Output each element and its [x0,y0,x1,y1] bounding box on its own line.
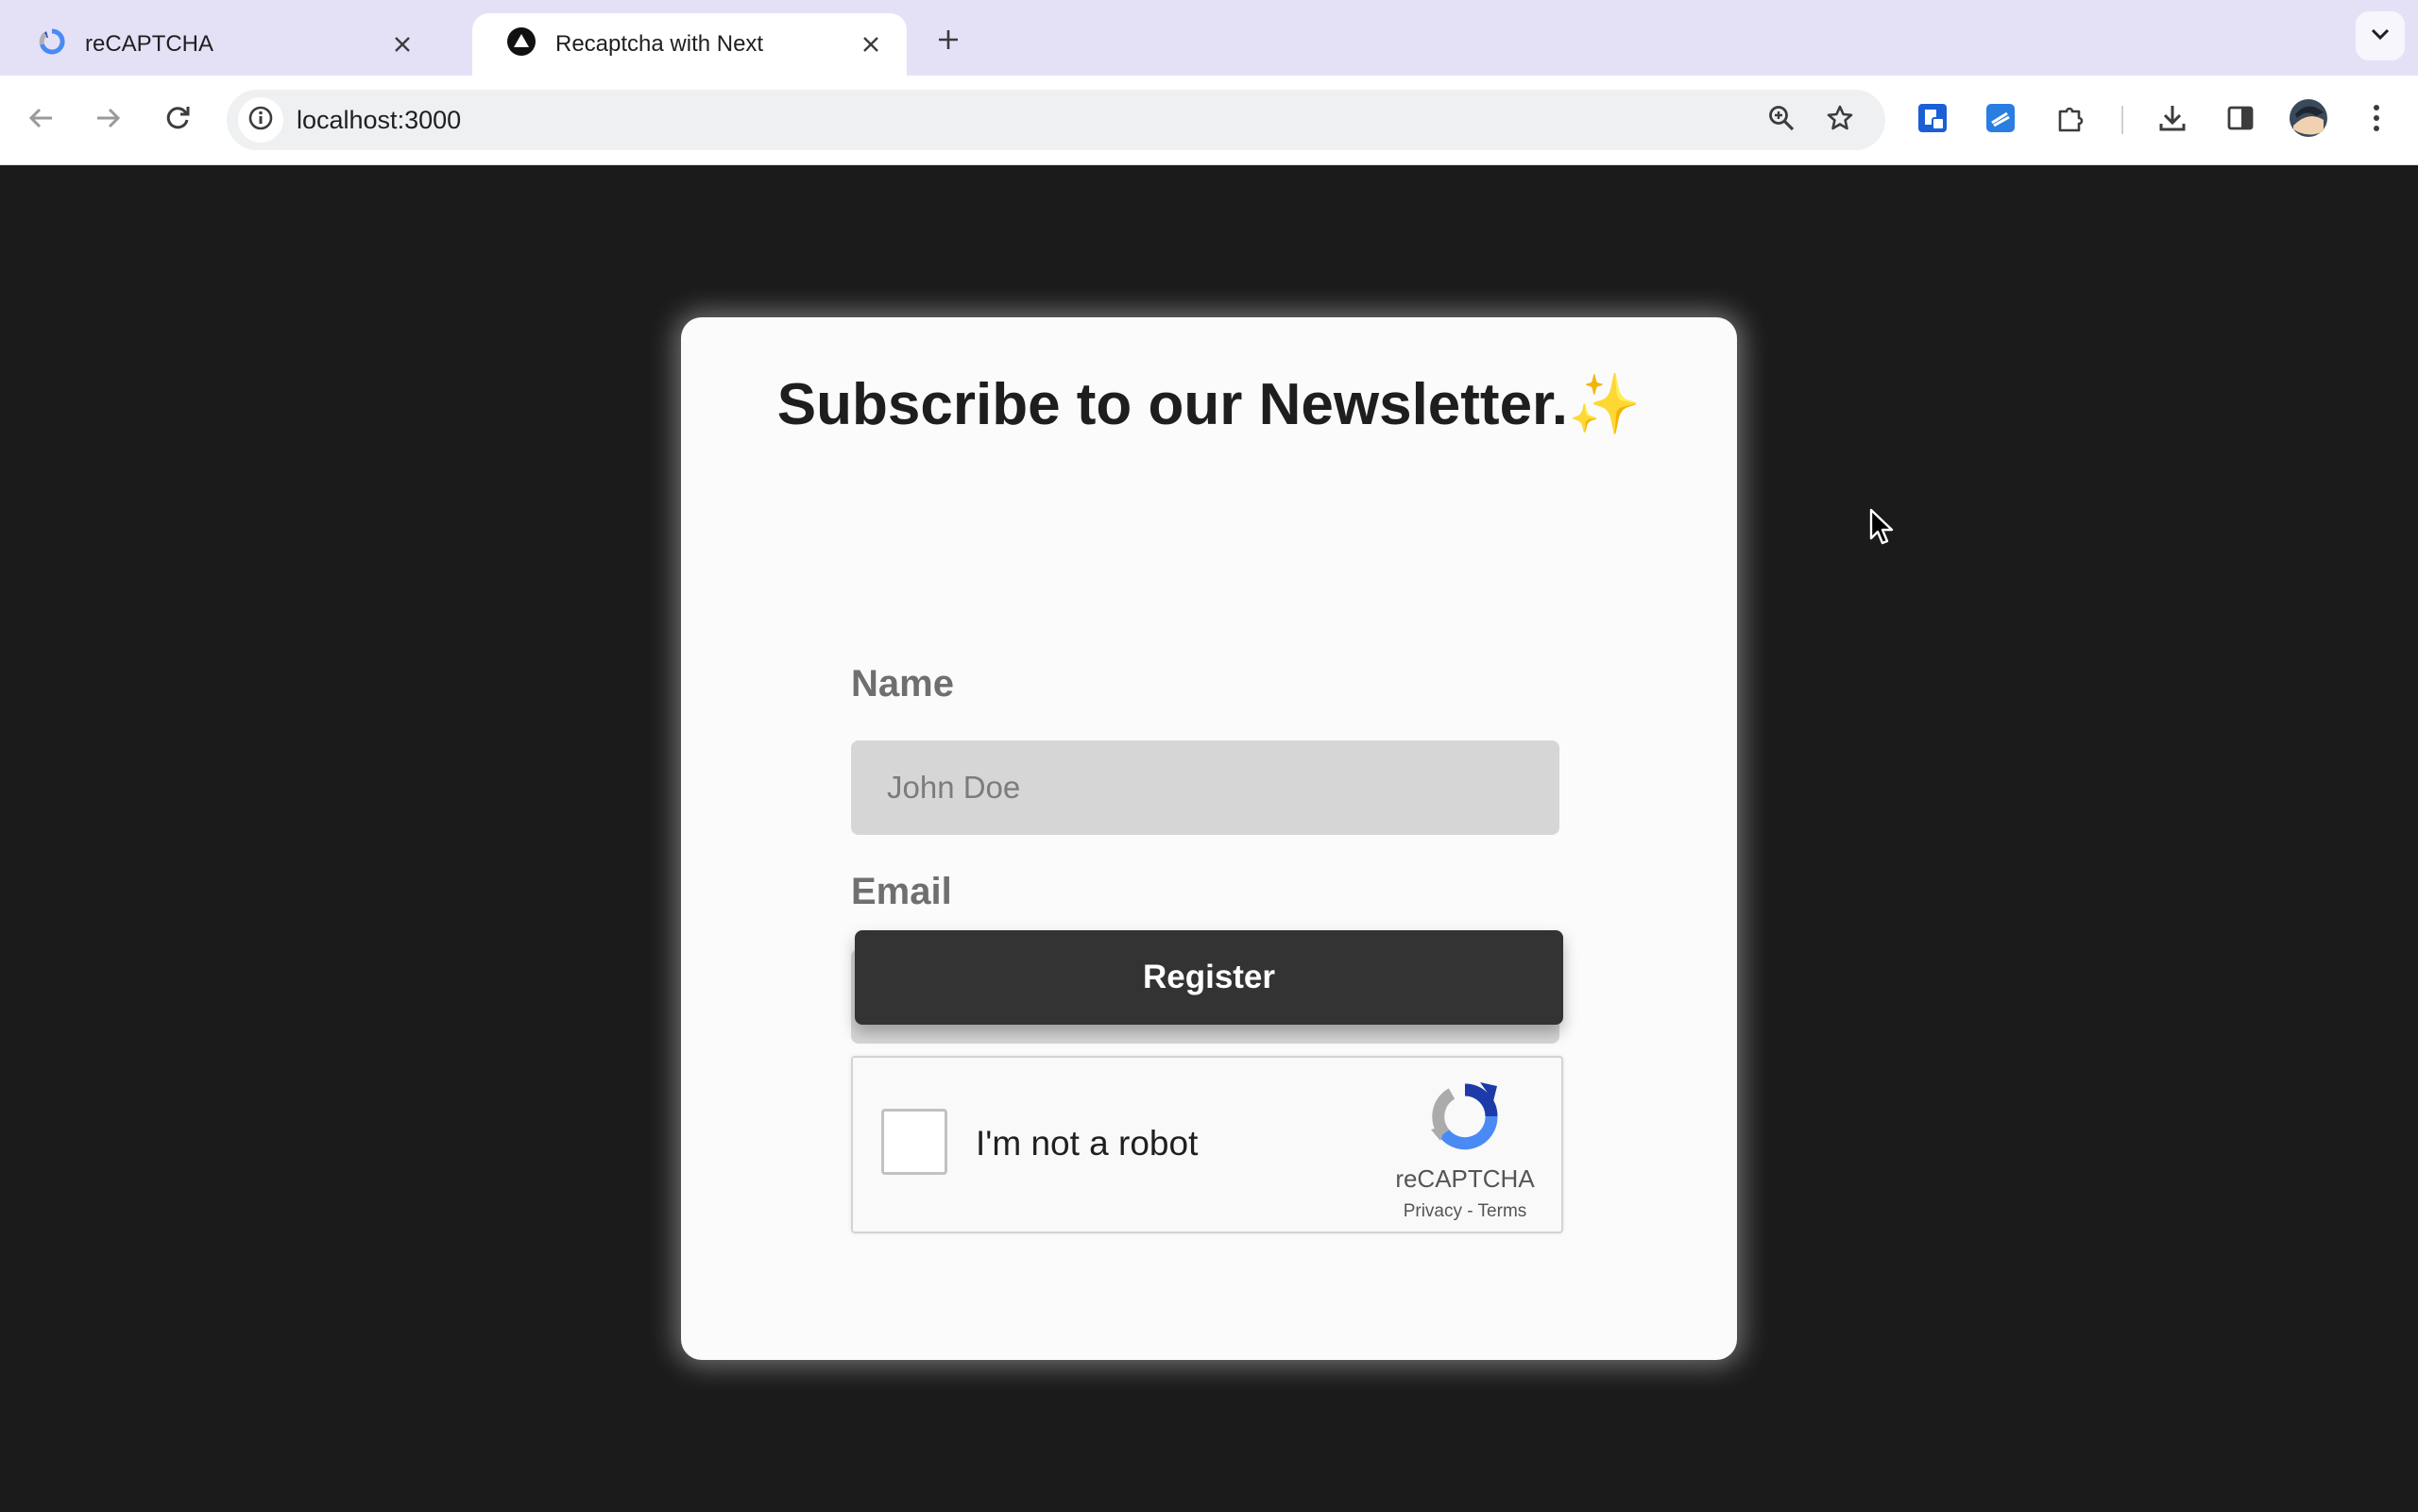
more-vertical-icon [2371,103,2382,138]
side-panel-icon [2225,103,2256,138]
zoom-button[interactable] [1759,97,1804,143]
tab-title: reCAPTCHA [85,31,214,57]
chevron-down-icon [2370,27,2391,45]
link-separator: - [1462,1201,1478,1221]
privacy-link[interactable]: Privacy [1404,1201,1462,1221]
close-icon[interactable] [858,31,884,58]
tab-title: Recaptcha with Next [555,31,764,57]
bookmark-button[interactable] [1817,97,1863,143]
arrow-right-icon [94,104,122,137]
tab-strip: reCAPTCHA Recaptcha with Next [0,0,2418,76]
profile-button[interactable] [2286,97,2331,143]
register-button[interactable]: Register [855,930,1563,1025]
recaptcha-checkbox-label: I'm not a robot [976,1124,1199,1163]
downloads-button[interactable] [2150,97,2195,143]
recaptcha-logo-icon [1427,1079,1503,1154]
tab-search-button[interactable] [2356,11,2405,60]
side-panel-button[interactable] [2218,97,2263,143]
site-info-button[interactable] [238,97,283,143]
name-label: Name [851,663,954,705]
page-title: Subscribe to our Newsletter.✨ [776,372,1642,437]
back-button[interactable] [19,97,64,143]
star-icon [1826,104,1854,137]
extensions-button[interactable] [2048,97,2093,143]
recaptcha-brand: reCAPTCHA [1395,1164,1535,1193]
info-icon [247,105,274,136]
extension-bitwarden-button[interactable] [1910,97,1955,143]
reload-icon [163,104,192,137]
tab-recaptcha[interactable]: reCAPTCHA [4,13,438,76]
nextjs-favicon-icon [506,26,536,63]
page-viewport: Subscribe to our Newsletter.✨ Name Email… [0,165,2418,1512]
avatar [2288,97,2329,144]
chrome-menu-button[interactable] [2354,97,2399,143]
close-icon[interactable] [389,31,416,58]
zoom-icon [1767,104,1796,137]
name-input[interactable] [851,740,1559,835]
recaptcha-favicon-icon [38,27,66,62]
toolbar-divider [2121,106,2123,134]
extension-blue-button[interactable] [1978,97,2023,143]
arrow-left-icon [27,104,56,137]
extension-logo-icon [1984,102,2017,139]
newsletter-card: Subscribe to our Newsletter.✨ Name Email… [681,317,1737,1360]
recaptcha-links: Privacy - Terms [1372,1201,1558,1222]
tab-recaptcha-with-next[interactable]: Recaptcha with Next [472,13,907,76]
terms-link[interactable]: Terms [1478,1201,1527,1221]
password-manager-extension-icon [1916,102,1949,139]
new-tab-button[interactable] [929,21,967,59]
email-label: Email [851,871,952,912]
reload-button[interactable] [155,97,200,143]
browser-toolbar: localhost:3000 [0,76,2418,165]
recaptcha-checkbox[interactable] [881,1109,947,1175]
recaptcha-widget: I'm not a robot reCAPTCHA Privacy - Term… [851,1056,1563,1233]
forward-button[interactable] [85,97,130,143]
puzzle-icon [2054,102,2086,139]
address-bar[interactable]: localhost:3000 [227,90,1885,150]
download-icon [2156,102,2188,139]
url-text[interactable]: localhost:3000 [297,90,461,150]
mouse-pointer-icon [1869,508,1896,546]
